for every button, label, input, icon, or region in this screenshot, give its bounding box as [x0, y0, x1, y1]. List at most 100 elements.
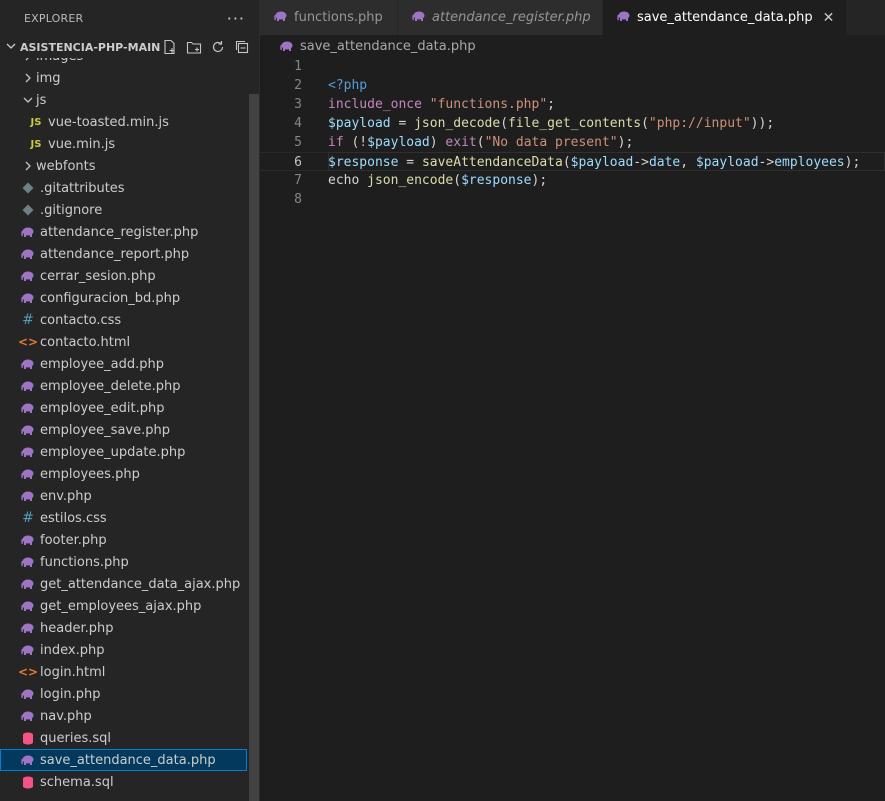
file-item[interactable]: env.php	[0, 485, 247, 507]
file-tree-list: images img js JS vue-toasted.min.js JS vue.min…	[0, 58, 247, 793]
file-item[interactable]: nav.php	[0, 705, 247, 727]
file-item[interactable]: employee_add.php	[0, 353, 247, 375]
tree-item-label: configuracion_bd.php	[40, 290, 181, 306]
code-line[interactable]: 2 <?php	[260, 76, 885, 95]
close-icon[interactable]: ✕	[823, 10, 835, 26]
explorer-title: EXPLORER	[24, 11, 84, 25]
file-item[interactable]: employee_save.php	[0, 419, 247, 441]
file-item[interactable]: employee_delete.php	[0, 375, 247, 397]
code-token: "php://input"	[648, 116, 751, 131]
code-line[interactable]: 6 $response = saveAttendanceData($payload…	[260, 152, 885, 171]
code-text: $response = saveAttendanceData($payload-…	[328, 153, 860, 170]
new-folder-icon[interactable]	[185, 38, 203, 56]
line-number: 7	[294, 173, 302, 188]
tree-item-label: contacto.html	[40, 334, 131, 350]
file-item[interactable]: footer.php	[0, 529, 247, 551]
tab-save-attendance-data-php[interactable]: save_attendance_data.php ✕	[603, 0, 848, 35]
file-item[interactable]: attendance_register.php	[0, 221, 247, 243]
file-item[interactable]: <> login.html	[0, 661, 247, 683]
code-editor[interactable]: 1 2 <?php 3 include_once "functions.php"; 4 $p…	[260, 57, 885, 801]
file-item[interactable]: JS vue.min.js	[0, 133, 247, 155]
file-item[interactable]: queries.sql	[0, 727, 247, 749]
tree-item-label: cerrar_sesion.php	[40, 268, 156, 284]
file-item[interactable]: employees.php	[0, 463, 247, 485]
code-line[interactable]: 7 echo json_encode($response);	[260, 171, 885, 190]
project-root[interactable]: ASISTENCIA-PHP-MAIN	[0, 36, 259, 58]
tree-item-label: schema.sql	[40, 774, 114, 790]
file-item[interactable]: functions.php	[0, 551, 247, 573]
explorer-header: EXPLORER ···	[0, 0, 259, 36]
css-hash-icon: #	[22, 510, 34, 526]
code-line[interactable]: 1	[260, 57, 885, 76]
sidebar-scrollbar[interactable]	[249, 94, 259, 801]
file-item[interactable]: cerrar_sesion.php	[0, 265, 247, 287]
database-icon	[20, 730, 36, 746]
file-item[interactable]: header.php	[0, 617, 247, 639]
file-item[interactable]: get_employees_ajax.php	[0, 595, 247, 617]
tree-item-label: get_attendance_data_ajax.php	[40, 576, 241, 592]
file-item[interactable]: <> contacto.html	[0, 331, 247, 353]
code-token: date	[648, 155, 681, 170]
tree-item-label: get_employees_ajax.php	[40, 598, 202, 614]
html-brackets-icon: <>	[17, 335, 39, 349]
html-brackets-icon: <>	[17, 665, 39, 679]
breadcrumb-file[interactable]: save_attendance_data.php	[300, 39, 476, 54]
file-tree: images img js JS vue-toasted.min.js JS vue.min…	[0, 58, 247, 801]
tree-item-label: employee_save.php	[40, 422, 170, 438]
file-item[interactable]: attendance_report.php	[0, 243, 247, 265]
file-item[interactable]: schema.sql	[0, 771, 247, 793]
tree-item-label: functions.php	[40, 554, 129, 570]
file-item[interactable]: .gitattributes	[0, 177, 247, 199]
file-item[interactable]: .gitignore	[0, 199, 247, 221]
folder-item[interactable]: webfonts	[0, 155, 247, 177]
php-elephant-icon	[20, 290, 36, 306]
php-elephant-icon	[20, 444, 36, 460]
php-elephant-icon	[20, 356, 36, 372]
breadcrumb[interactable]: save_attendance_data.php	[260, 35, 885, 57]
code-line[interactable]: 3 include_once "functions.php";	[260, 95, 885, 114]
file-item[interactable]: # contacto.css	[0, 309, 247, 331]
tree-item-label: save_attendance_data.php	[40, 752, 216, 768]
code-token: if	[328, 135, 344, 150]
code-line[interactable]: 5 if (!$payload) exit("No data present");	[260, 133, 885, 152]
git-diamond-icon	[20, 180, 36, 196]
code-token: "No data present"	[484, 135, 618, 150]
code-token: );	[617, 135, 634, 150]
php-elephant-icon	[20, 686, 36, 702]
code-text: <?php	[328, 76, 367, 95]
folder-item[interactable]: images	[0, 58, 247, 67]
collapse-all-icon[interactable]	[233, 38, 251, 56]
php-elephant-icon	[20, 268, 36, 284]
chevron-down-icon	[6, 41, 20, 54]
file-item[interactable]: save_attendance_data.php	[0, 749, 247, 771]
code-token: echo	[328, 173, 368, 188]
more-actions-icon[interactable]: ···	[227, 9, 245, 28]
code-token: "functions.php"	[429, 97, 548, 112]
tree-item-label: login.html	[40, 664, 106, 680]
file-item[interactable]: JS vue-toasted.min.js	[0, 111, 247, 133]
tree-item-label: img	[36, 70, 61, 86]
php-elephant-icon	[274, 10, 288, 26]
code-line[interactable]: 8	[260, 190, 885, 209]
line-number: 3	[294, 97, 302, 112]
code-line[interactable]: 4 $payload = json_decode(file_get_content…	[260, 114, 885, 133]
js-file-icon: JS	[30, 116, 42, 128]
file-item[interactable]: employee_edit.php	[0, 397, 247, 419]
tree-item-label: js	[36, 92, 47, 108]
code-token: $response	[328, 155, 399, 170]
file-item[interactable]: employee_update.php	[0, 441, 247, 463]
refresh-icon[interactable]	[209, 38, 227, 56]
tab-attendance-register-php[interactable]: attendance_register.php	[398, 0, 603, 35]
folder-item[interactable]: img	[0, 67, 247, 89]
tree-item-label: employee_delete.php	[40, 378, 181, 394]
file-item[interactable]: login.php	[0, 683, 247, 705]
file-item[interactable]: # estilos.css	[0, 507, 247, 529]
folder-item[interactable]: js	[0, 89, 247, 111]
file-item[interactable]: index.php	[0, 639, 247, 661]
tab-functions-php[interactable]: functions.php	[260, 0, 398, 35]
file-item[interactable]: get_attendance_data_ajax.php	[0, 573, 247, 595]
new-file-icon[interactable]	[161, 38, 179, 56]
tree-item-label: images	[36, 58, 83, 64]
tab-label: functions.php	[294, 10, 383, 25]
file-item[interactable]: configuracion_bd.php	[0, 287, 247, 309]
